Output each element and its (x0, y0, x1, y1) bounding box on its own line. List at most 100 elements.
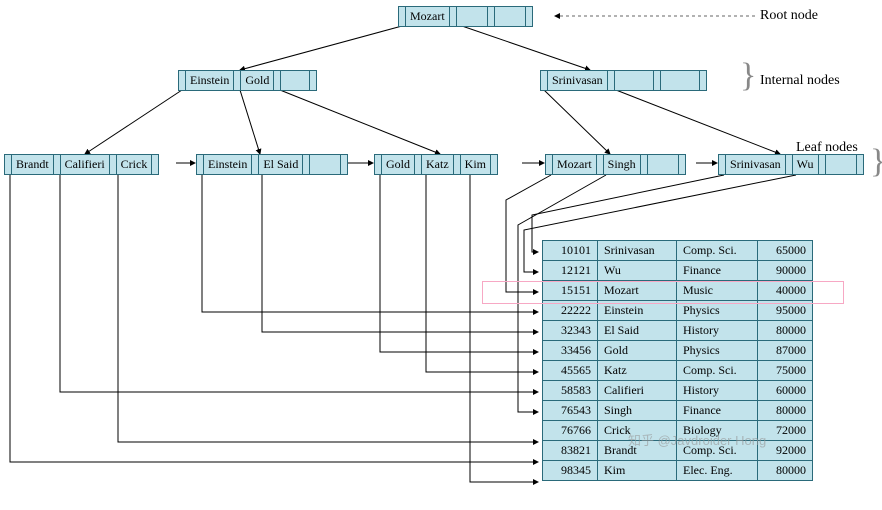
root-node: Mozart (398, 6, 533, 27)
ptr (234, 71, 241, 90)
ptr (819, 155, 826, 174)
table-row: 32343El SaidHistory80000 (543, 321, 813, 341)
ptr (303, 155, 310, 174)
ptr (5, 155, 12, 174)
cell-salary: 65000 (758, 241, 813, 261)
ptr (274, 71, 281, 90)
ptr (597, 155, 604, 174)
key: Einstein (186, 71, 234, 90)
cell-name: Einstein (598, 301, 677, 321)
cell-id: 83821 (543, 441, 598, 461)
cell-dept: Physics (677, 301, 758, 321)
table-row: 15151MozartMusic40000 (543, 281, 813, 301)
cell-id: 15151 (543, 281, 598, 301)
watermark: 知乎 @Javdroider Hong (628, 430, 766, 449)
cell-dept: Finance (677, 401, 758, 421)
cell-id: 98345 (543, 461, 598, 481)
ptr (110, 155, 117, 174)
ptr (700, 71, 706, 90)
key: Brandt (12, 155, 54, 174)
cell-name: Kim (598, 461, 677, 481)
cell-id: 32343 (543, 321, 598, 341)
leaf-node-1: Einstein El Said (196, 154, 348, 175)
table-row: 12121WuFinance90000 (543, 261, 813, 281)
label-leaf: Leaf nodes (796, 140, 858, 156)
ptr (197, 155, 204, 174)
cell-name: Singh (598, 401, 677, 421)
ptr (857, 155, 863, 174)
internal-node-0: Einstein Gold (178, 70, 317, 91)
key: Gold (241, 71, 274, 90)
cell-dept: History (677, 381, 758, 401)
cell-salary: 80000 (758, 321, 813, 341)
table-row: 58583CalifieriHistory60000 (543, 381, 813, 401)
table-row: 22222EinsteinPhysics95000 (543, 301, 813, 321)
cell-id: 76543 (543, 401, 598, 421)
brace-leaf: } (870, 152, 882, 172)
cell-salary: 40000 (758, 281, 813, 301)
key: Wu (793, 155, 819, 174)
key-empty (457, 7, 488, 26)
key-empty (648, 155, 679, 174)
table-row: 10101SrinivasanComp. Sci.65000 (543, 241, 813, 261)
cell-name: Wu (598, 261, 677, 281)
cell-salary: 87000 (758, 341, 813, 361)
cell-id: 22222 (543, 301, 598, 321)
key-empty (661, 71, 700, 90)
key: Gold (382, 155, 415, 174)
cell-id: 58583 (543, 381, 598, 401)
ptr (679, 155, 685, 174)
cell-dept: History (677, 321, 758, 341)
ptr (488, 7, 495, 26)
table-row: 45565KatzComp. Sci.75000 (543, 361, 813, 381)
key: Crick (117, 155, 153, 174)
key: El Said (259, 155, 303, 174)
cell-id: 12121 (543, 261, 598, 281)
leaf-node-0: Brandt Califieri Crick (4, 154, 159, 175)
cell-salary: 90000 (758, 261, 813, 281)
cell-dept: Comp. Sci. (677, 361, 758, 381)
key-empty (495, 7, 526, 26)
cell-dept: Music (677, 281, 758, 301)
table-row: 98345KimElec. Eng.80000 (543, 461, 813, 481)
cell-name: El Said (598, 321, 677, 341)
ptr (654, 71, 661, 90)
cell-salary: 95000 (758, 301, 813, 321)
cell-id: 33456 (543, 341, 598, 361)
leaf-node-2: Gold Katz Kim (374, 154, 498, 175)
key: Srinivasan (548, 71, 608, 90)
ptr (641, 155, 648, 174)
ptr (375, 155, 382, 174)
ptr (252, 155, 259, 174)
ptr (152, 155, 158, 174)
ptr (54, 155, 61, 174)
key: Katz (422, 155, 454, 174)
leaf-node-4: Srinivasan Wu (718, 154, 864, 175)
key: Einstein (204, 155, 252, 174)
ptr (526, 7, 532, 26)
ptr (541, 71, 548, 90)
table-row: 76543SinghFinance80000 (543, 401, 813, 421)
ptr (491, 155, 497, 174)
key: Mozart (406, 7, 450, 26)
cell-dept: Elec. Eng. (677, 461, 758, 481)
key: Srinivasan (726, 155, 786, 174)
label-internal: Internal nodes (760, 73, 840, 89)
key: Kim (461, 155, 491, 174)
cell-id: 10101 (543, 241, 598, 261)
table-row: 33456GoldPhysics87000 (543, 341, 813, 361)
cell-id: 45565 (543, 361, 598, 381)
cell-dept: Comp. Sci. (677, 241, 758, 261)
key-empty (615, 71, 654, 90)
key-empty (310, 155, 341, 174)
ptr (341, 155, 347, 174)
ptr (179, 71, 186, 90)
ptr (450, 7, 457, 26)
ptr (786, 155, 793, 174)
cell-name: Katz (598, 361, 677, 381)
brace-internal: } (740, 66, 756, 86)
ptr (608, 71, 615, 90)
key: Singh (604, 155, 641, 174)
ptr (719, 155, 726, 174)
cell-name: Mozart (598, 281, 677, 301)
